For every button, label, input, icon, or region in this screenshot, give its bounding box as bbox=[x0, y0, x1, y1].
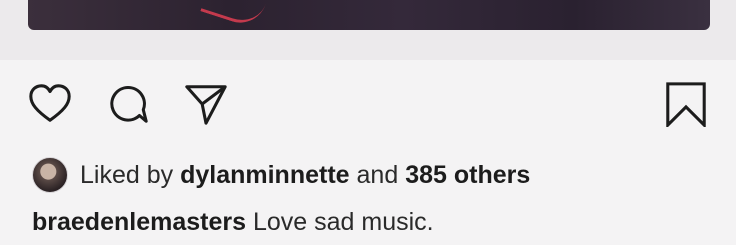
bookmark-icon[interactable] bbox=[662, 80, 710, 128]
liker-username-link[interactable]: dylanminnette bbox=[180, 161, 349, 190]
heart-icon[interactable] bbox=[26, 80, 74, 128]
caption-username-link[interactable]: braedenlemasters bbox=[32, 208, 246, 237]
send-icon[interactable] bbox=[182, 80, 230, 128]
photo-container bbox=[0, 0, 736, 60]
comment-icon[interactable] bbox=[103, 80, 151, 128]
post-caption: braedenlemasters Love sad music. bbox=[32, 203, 434, 241]
likes-others-link[interactable]: 385 others bbox=[405, 161, 530, 190]
liker-avatar[interactable] bbox=[32, 157, 68, 193]
liked-by-label: Liked by bbox=[80, 160, 174, 189]
likes-conjunction: and bbox=[356, 160, 399, 189]
likes-summary: Liked by dylanminnette and 385 others bbox=[32, 155, 530, 195]
caption-text: Love sad music. bbox=[252, 207, 434, 236]
post-action-bar bbox=[0, 80, 736, 136]
post-photo[interactable] bbox=[28, 0, 710, 30]
